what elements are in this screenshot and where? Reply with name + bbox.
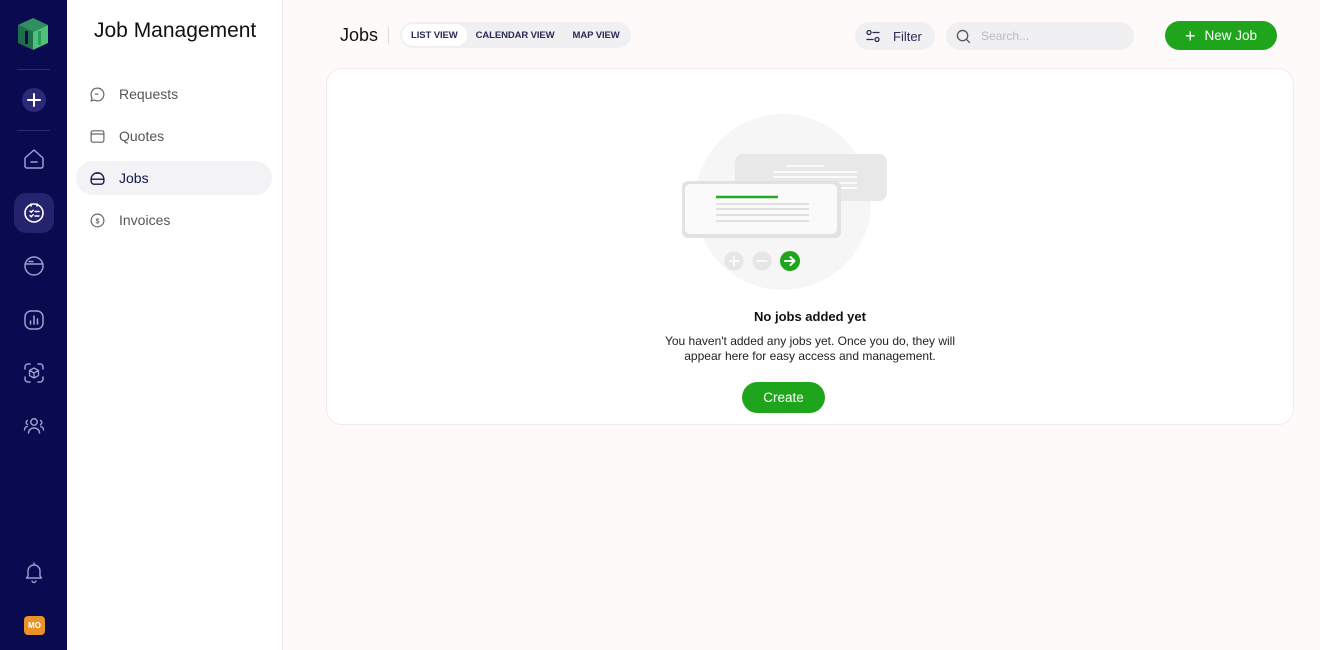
rail-nav-reports[interactable] (14, 300, 54, 340)
sidebar-item-label: Invoices (119, 212, 171, 228)
search-icon (956, 29, 971, 43)
new-job-button[interactable]: + New Job (1165, 21, 1277, 50)
notifications-button[interactable] (14, 552, 54, 592)
jobs-list-panel: No jobs added yet You haven't added any … (326, 68, 1294, 425)
sidebar-item-jobs[interactable]: Jobs (76, 161, 272, 195)
page-title: Jobs (340, 25, 379, 45)
empty-state-title: No jobs added yet (754, 309, 866, 324)
empty-jobs-illustration (682, 114, 887, 290)
window-icon (90, 129, 105, 143)
rail-nav-team[interactable] (14, 406, 54, 446)
plus-icon (27, 93, 41, 107)
sidebar-item-quotes[interactable]: Quotes (76, 119, 272, 153)
create-job-button[interactable]: Create (742, 382, 825, 413)
home-icon (24, 149, 44, 169)
sidebar-item-invoices[interactable]: $ Invoices (76, 203, 272, 237)
search-input[interactable] (981, 29, 1121, 43)
svg-text:$: $ (96, 217, 100, 225)
toolbox-icon (90, 171, 105, 185)
rail-nav-home[interactable] (14, 139, 54, 179)
empty-state-description: You haven't added any jobs yet. Once you… (327, 334, 1293, 364)
sidebar-item-label: Quotes (119, 128, 165, 144)
filter-button[interactable]: Filter (855, 22, 935, 50)
rail-divider (17, 69, 50, 70)
tab-calendar-view[interactable]: CALENDAR VIEW (467, 24, 564, 46)
bell-icon (25, 562, 43, 584)
empty-state-line-2: appear here for easy access and manageme… (684, 349, 936, 363)
rail-divider (17, 130, 50, 131)
job-management-sidebar: Job Management Requests Quotes Jobs $ In… (67, 0, 283, 650)
plus-icon: + (1184, 25, 1196, 46)
quick-add-button[interactable] (22, 88, 46, 112)
filter-label: Filter (893, 28, 922, 44)
rail-nav-billing[interactable] (14, 246, 54, 286)
new-job-label: New Job (1204, 28, 1258, 43)
view-switcher: LIST VIEW CALENDAR VIEW MAP VIEW (400, 22, 631, 48)
user-avatar[interactable]: MO (24, 616, 45, 635)
sidebar-title: Job Management (94, 19, 257, 42)
jobs-clipboard-icon (24, 203, 44, 223)
tab-list-view[interactable]: LIST VIEW (402, 24, 467, 46)
empty-state-line-1: You haven't added any jobs yet. Once you… (664, 334, 956, 348)
dollar-icon: $ (90, 213, 105, 227)
users-icon (23, 418, 45, 434)
icon-rail: MO (0, 0, 67, 650)
tab-map-view[interactable]: MAP VIEW (564, 24, 629, 46)
rail-nav-jobs[interactable] (14, 193, 54, 233)
chat-icon (90, 87, 105, 101)
sidebar-item-requests[interactable]: Requests (76, 77, 272, 111)
card-icon (24, 256, 44, 276)
filter-icon (866, 29, 880, 43)
box-scan-icon (24, 363, 44, 383)
app-logo-icon[interactable] (17, 17, 49, 51)
chart-icon (24, 310, 44, 330)
sidebar-item-label: Jobs (119, 170, 149, 186)
rail-nav-inventory[interactable] (14, 353, 54, 393)
sidebar-item-label: Requests (119, 86, 179, 102)
title-divider (388, 27, 389, 44)
search-box[interactable] (946, 22, 1134, 50)
